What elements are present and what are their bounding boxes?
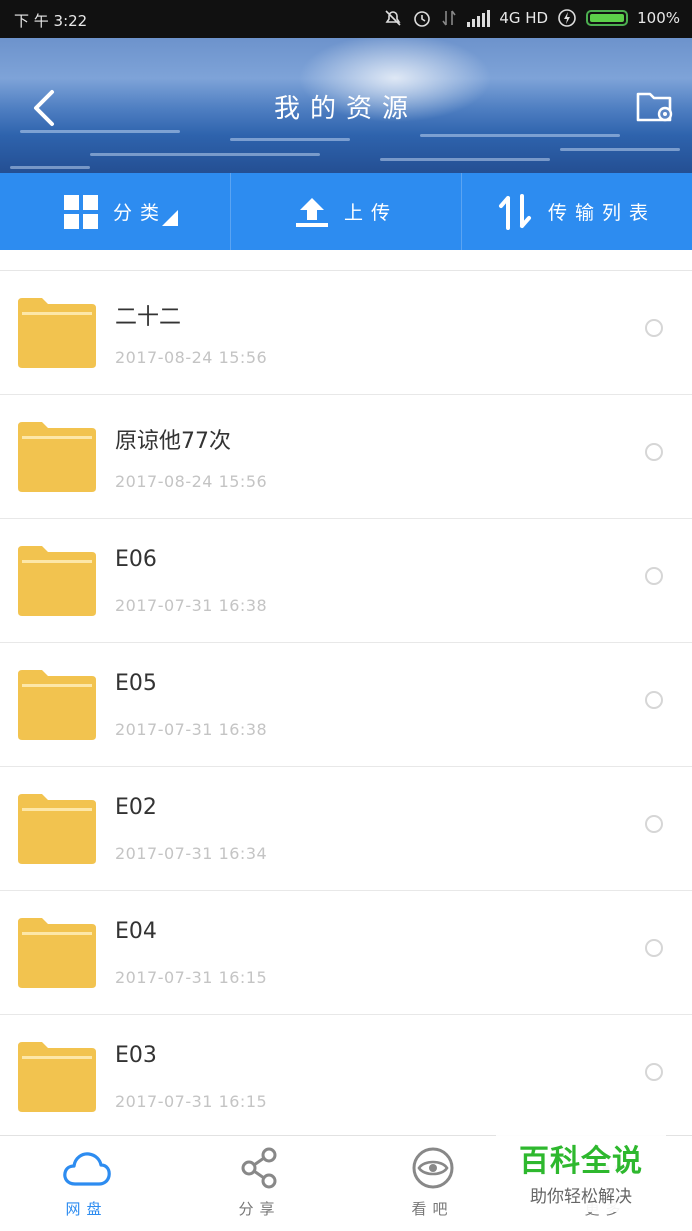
tab-transfer-list-label: 传输列表 xyxy=(547,202,656,224)
select-radio[interactable] xyxy=(645,567,663,585)
file-row[interactable]: E04 2017-07-31 16:15 xyxy=(0,891,692,1015)
folder-icon xyxy=(18,794,96,864)
alarm-icon xyxy=(414,11,431,27)
network-type: 4G HD xyxy=(499,9,549,27)
page-title: 我的资源 xyxy=(273,94,418,124)
watermark-main-text: 百科全说 xyxy=(519,1144,643,1179)
status-time: 下 午 3:22 xyxy=(14,12,88,30)
file-date: 2017-07-31 16:38 xyxy=(115,596,268,615)
share-icon xyxy=(241,1147,276,1189)
signal-icon xyxy=(467,10,491,27)
data-transfer-icon xyxy=(442,10,456,26)
folder-icon xyxy=(18,422,96,492)
eye-icon xyxy=(412,1147,453,1189)
select-radio[interactable] xyxy=(645,319,663,337)
file-name: E04 xyxy=(115,919,157,944)
upload-icon xyxy=(295,197,328,227)
folder-icon xyxy=(18,1042,96,1112)
transfer-arrows-icon xyxy=(498,193,531,230)
select-radio[interactable] xyxy=(645,1063,663,1081)
mute-bell-icon xyxy=(385,10,401,26)
header-banner: 我的资源 xyxy=(0,38,692,173)
nav-cloud-disk-label: 网盘 xyxy=(65,1200,108,1218)
tab-category-label: 分类 xyxy=(112,202,167,224)
file-row[interactable]: E05 2017-07-31 16:38 xyxy=(0,643,692,767)
file-date: 2017-07-31 16:38 xyxy=(115,720,268,739)
file-date: 2017-08-24 15:56 xyxy=(115,348,268,367)
file-date: 2017-07-31 16:34 xyxy=(115,844,268,863)
dropdown-triangle-icon xyxy=(162,210,178,226)
status-bar: 下 午 3:22 4G HD 100% xyxy=(0,0,692,38)
nav-share-label: 分享 xyxy=(238,1200,281,1218)
folder-icon xyxy=(18,546,96,616)
nav-watch[interactable]: 看吧 xyxy=(346,1136,519,1231)
file-name: E05 xyxy=(115,671,157,696)
nav-watch-label: 看吧 xyxy=(411,1200,454,1218)
charging-icon xyxy=(558,9,576,27)
grid-icon xyxy=(63,194,98,229)
file-row[interactable]: 原谅他77次 2017-08-24 15:56 xyxy=(0,395,692,519)
tab-upload-label: 上传 xyxy=(343,202,398,224)
select-radio[interactable] xyxy=(645,443,663,461)
folder-settings-icon[interactable] xyxy=(636,88,674,124)
tab-upload[interactable]: 上传 xyxy=(231,173,462,250)
tab-transfer-list[interactable]: 传输列表 xyxy=(462,173,692,250)
file-date: 2017-07-31 16:15 xyxy=(115,968,268,987)
file-list: 二十二 2017-08-24 15:56 原谅他77次 2017-08-24 15:5… xyxy=(0,250,692,1135)
select-radio[interactable] xyxy=(645,815,663,833)
battery-percent: 100% xyxy=(637,9,680,27)
cloud-icon xyxy=(62,1152,111,1186)
file-date: 2017-07-31 16:15 xyxy=(115,1092,268,1111)
file-name: 二十二 xyxy=(115,305,182,330)
file-row[interactable]: E03 2017-07-31 16:15 xyxy=(0,1015,692,1135)
action-tabs: 分类 上传 传输列表 xyxy=(0,173,692,250)
folder-icon xyxy=(18,918,96,988)
file-row[interactable]: 二十二 2017-08-24 15:56 xyxy=(0,271,692,395)
file-name: 原谅他77次 xyxy=(115,429,231,454)
battery-icon xyxy=(586,10,629,26)
file-name: E03 xyxy=(115,1043,157,1068)
watermark-sub-text: 助你轻松解决 xyxy=(530,1187,632,1207)
file-date: 2017-08-24 15:56 xyxy=(115,472,268,491)
tab-category[interactable]: 分类 xyxy=(0,173,231,250)
file-row[interactable]: E06 2017-07-31 16:38 xyxy=(0,519,692,643)
folder-icon xyxy=(18,298,96,368)
file-name: E06 xyxy=(115,547,157,572)
nav-cloud-disk[interactable]: 网盘 xyxy=(0,1136,173,1231)
folder-icon xyxy=(18,670,96,740)
nav-share[interactable]: 分享 xyxy=(173,1136,346,1231)
file-row[interactable]: E02 2017-07-31 16:34 xyxy=(0,767,692,891)
select-radio[interactable] xyxy=(645,691,663,709)
list-divider xyxy=(0,250,692,271)
select-radio[interactable] xyxy=(645,939,663,957)
file-name: E02 xyxy=(115,795,157,820)
watermark-logo: 百科全说 助你轻松解决 xyxy=(496,1132,666,1212)
